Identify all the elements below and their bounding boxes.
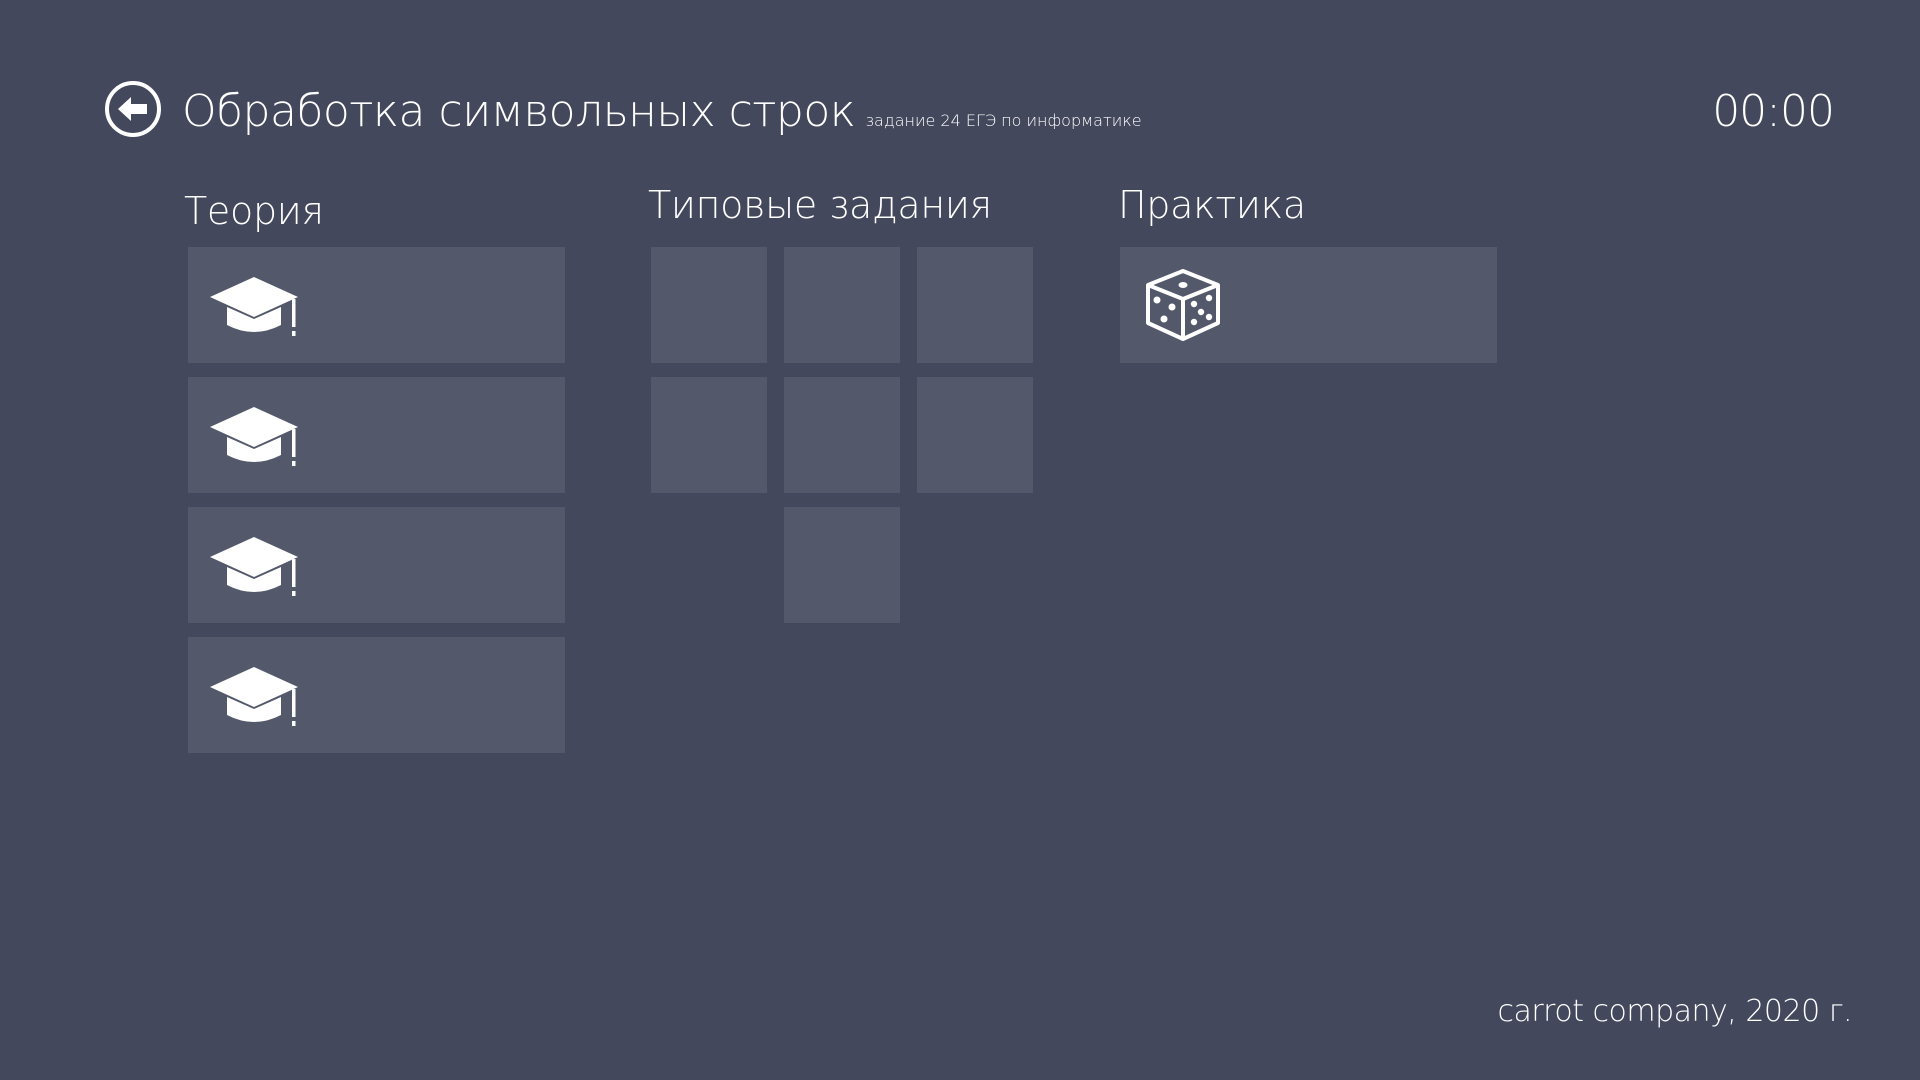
dice-icon	[1146, 269, 1220, 341]
back-arrow-icon	[105, 81, 161, 137]
typical-tasks-heading: Типовые задания	[648, 183, 992, 227]
theory-tile-3[interactable]	[188, 507, 565, 623]
typical-task-tile-2[interactable]	[784, 247, 900, 363]
page-subtitle: задание 24 ЕГЭ по информатике	[865, 111, 1142, 130]
graduation-cap-icon	[210, 407, 298, 466]
practice-tile[interactable]	[1120, 247, 1497, 363]
page-title-text: Обработка символьных строк	[182, 86, 856, 137]
theory-tile-1[interactable]	[188, 247, 565, 363]
theory-heading: Теория	[184, 189, 324, 233]
timer: 00:00	[1712, 86, 1835, 137]
page-title: Обработка символьных строк задание 24 ЕГЭ…	[182, 82, 1142, 151]
typical-task-tile-7[interactable]	[784, 507, 900, 623]
footer-copyright: carrot company, 2020 г.	[1497, 994, 1852, 1029]
theory-tile-4[interactable]	[188, 637, 565, 753]
typical-task-tile-5[interactable]	[784, 377, 900, 493]
graduation-cap-icon	[210, 277, 298, 336]
typical-task-tile-1[interactable]	[651, 247, 767, 363]
practice-heading: Практика	[1118, 183, 1306, 227]
typical-task-tile-3[interactable]	[917, 247, 1033, 363]
graduation-cap-icon	[210, 667, 298, 726]
theory-tile-2[interactable]	[188, 377, 565, 493]
back-button[interactable]	[104, 80, 162, 138]
typical-task-tile-6[interactable]	[917, 377, 1033, 493]
typical-task-tile-4[interactable]	[651, 377, 767, 493]
graduation-cap-icon	[210, 537, 298, 596]
